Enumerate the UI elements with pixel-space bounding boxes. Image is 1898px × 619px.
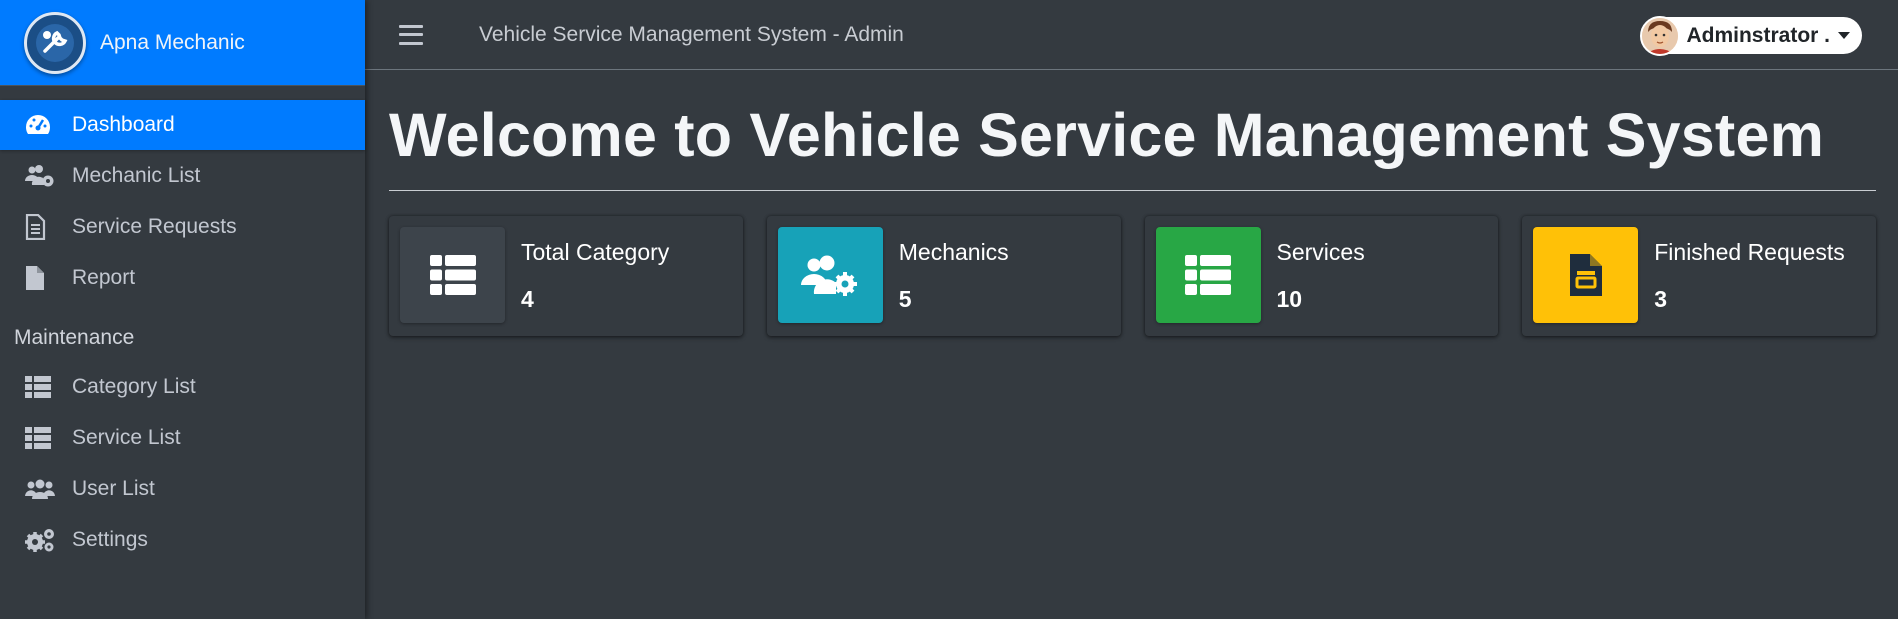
info-box-finished-requests: Finished Requests 3 (1522, 216, 1876, 336)
sidebar-item-service-list[interactable]: Service List (0, 413, 365, 463)
user-menu-dropdown[interactable]: Adminstrator . (1640, 15, 1862, 56)
info-box-value: 3 (1654, 286, 1668, 312)
sidebar-nav: Dashboard Mechanic List Service Requests… (0, 86, 365, 565)
info-box-label: Services (1276, 239, 1365, 265)
sidebar-item-service-requests[interactable]: Service Requests (0, 202, 365, 252)
file-alt-icon (1533, 227, 1639, 323)
info-cards: Total Category 4 Mechanics 5 Services 10 (389, 216, 1876, 336)
info-box-value: 5 (898, 286, 912, 312)
sidebar-item-settings[interactable]: Settings (0, 515, 365, 565)
info-box-value: 4 (521, 286, 534, 312)
page-title: Welcome to Vehicle Service Management Sy… (389, 101, 1825, 169)
cogs-icon (24, 525, 58, 555)
brand-link[interactable]: Apna Mechanic (0, 0, 365, 86)
brand-logo-icon (24, 11, 86, 74)
sidebar-item-label: Category List (72, 375, 196, 398)
info-box-mechanics: Mechanics 5 (766, 216, 1121, 336)
sidebar-item-label: Report (72, 266, 136, 289)
user-name: Adminstrator . (1686, 23, 1830, 47)
avatar (1640, 15, 1681, 56)
file-alt-icon (24, 212, 58, 242)
info-box-total-category: Total Category 4 (389, 216, 743, 336)
file-icon (24, 263, 58, 293)
hamburger-menu-icon[interactable] (399, 24, 423, 45)
title-divider (389, 190, 1876, 191)
sidebar: Apna Mechanic Dashboard Mechanic List Se… (0, 0, 365, 619)
info-box-label: Finished Requests (1654, 239, 1845, 265)
main-content: Welcome to Vehicle Service Management Sy… (365, 70, 1898, 619)
sidebar-item-mechanic-list[interactable]: Mechanic List (0, 151, 365, 201)
th-list-icon (400, 227, 505, 323)
sidebar-item-label: Service List (72, 426, 181, 449)
sidebar-item-label: Dashboard (72, 113, 175, 136)
brand-name: Apna Mechanic (100, 30, 245, 54)
sidebar-item-report[interactable]: Report (0, 253, 365, 303)
info-box-services: Services 10 (1144, 216, 1499, 336)
info-box-value: 10 (1276, 286, 1303, 312)
sidebar-item-label: Settings (72, 528, 148, 551)
users-cog-icon (24, 161, 58, 191)
sidebar-item-label: User List (72, 477, 155, 500)
th-list-icon (24, 372, 58, 402)
info-box-label: Mechanics (898, 239, 1009, 265)
info-box-label: Total Category (521, 239, 670, 265)
tachometer-icon (24, 110, 58, 140)
sidebar-item-category-list[interactable]: Category List (0, 362, 365, 412)
sidebar-item-label: Mechanic List (72, 164, 201, 187)
top-navbar: Vehicle Service Management System - Admi… (365, 0, 1898, 70)
sidebar-item-dashboard[interactable]: Dashboard (0, 100, 365, 150)
system-title: Vehicle Service Management System - Admi… (479, 22, 904, 46)
th-list-icon (24, 423, 58, 453)
sidebar-item-user-list[interactable]: User List (0, 464, 365, 514)
sidebar-section-header: Maintenance (14, 326, 135, 349)
th-list-icon (1155, 227, 1261, 323)
caret-down-icon (1838, 32, 1850, 39)
sidebar-item-label: Service Requests (72, 215, 237, 238)
users-icon (24, 474, 58, 504)
users-cog-icon (777, 227, 883, 323)
